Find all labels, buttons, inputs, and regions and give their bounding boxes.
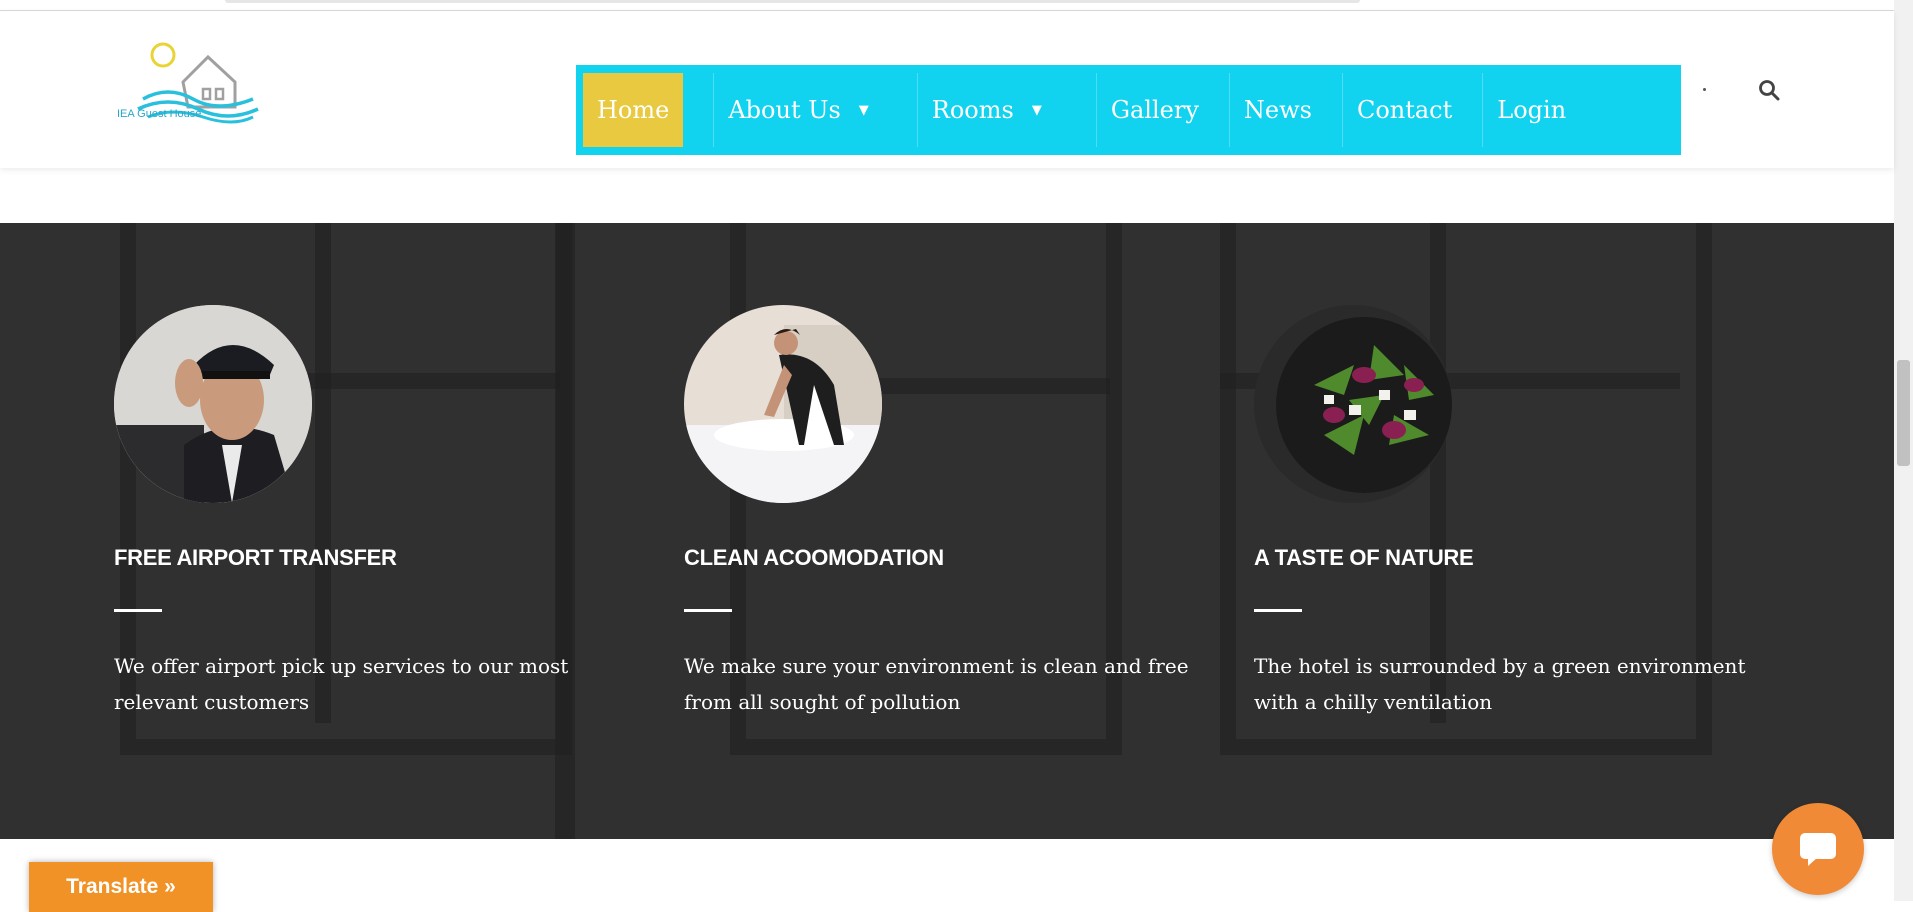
address-bar-edge [225, 0, 1360, 3]
chevron-down-icon: ▼ [858, 102, 869, 118]
chat-bubble-icon [1800, 833, 1836, 866]
salad-photo [1254, 305, 1452, 503]
nav-rooms[interactable]: Rooms ▼ [918, 73, 1096, 147]
translate-button[interactable]: Translate » [29, 862, 213, 912]
feature-description: The hotel is surrounded by a green envir… [1254, 654, 1746, 714]
nav-contact-label: Contact [1356, 96, 1453, 124]
logo-text: IEA Guest House [117, 108, 202, 120]
feature-description: We offer airport pick up services to our… [114, 654, 569, 714]
feature-taste-of-nature: A TASTE OF NATURE The hotel is surrounde… [1254, 305, 1774, 720]
logo-icon[interactable] [113, 37, 263, 137]
chat-button[interactable] [1772, 803, 1864, 895]
feature-divider [684, 609, 732, 612]
nav-home-label: Home [597, 96, 670, 124]
features-section: FREE AIRPORT TRANSFER We offer airport p… [0, 223, 1894, 839]
nav-news-label: News [1243, 96, 1312, 124]
housekeeper-photo [684, 305, 882, 503]
scrollbar-thumb[interactable] [1897, 360, 1910, 466]
feature-description: We make sure your environment is clean a… [684, 654, 1189, 714]
chauffeur-photo [114, 305, 312, 503]
chevron-down-icon: ▼ [1031, 102, 1042, 118]
nav-login-label: Login [1497, 96, 1567, 124]
nav-news[interactable]: News [1230, 73, 1342, 147]
feature-divider [114, 609, 162, 612]
page-scrollbar[interactable] [1894, 0, 1913, 901]
nav-contact[interactable]: Contact [1343, 73, 1482, 147]
nav-about-label: About Us [728, 96, 841, 124]
nav-login[interactable]: Login [1483, 73, 1580, 147]
feature-airport-transfer: FREE AIRPORT TRANSFER We offer airport p… [114, 305, 634, 720]
nav-rooms-label: Rooms [931, 96, 1014, 124]
site-header: IEA Guest House Home About Us ▼ Rooms ▼ Ga… [0, 11, 1894, 168]
search-icon[interactable] [1757, 78, 1781, 102]
nav-gallery[interactable]: Gallery [1097, 73, 1229, 147]
feature-title: CLEAN ACOOMODATION [684, 545, 944, 570]
feature-clean-accommodation: CLEAN ACOOMODATION We make sure your env… [684, 305, 1204, 720]
nav-dot [1703, 88, 1706, 91]
feature-title: A TASTE OF NATURE [1254, 545, 1474, 570]
nav-about-us[interactable]: About Us ▼ [714, 73, 916, 147]
nav-gallery-label: Gallery [1110, 96, 1199, 124]
nav-home[interactable]: Home [583, 73, 684, 147]
main-nav: Home About Us ▼ Rooms ▼ Gallery News Conta… [576, 65, 1681, 155]
feature-title: FREE AIRPORT TRANSFER [114, 545, 397, 570]
browser-top-strip [0, 0, 1894, 11]
feature-divider [1254, 609, 1302, 612]
